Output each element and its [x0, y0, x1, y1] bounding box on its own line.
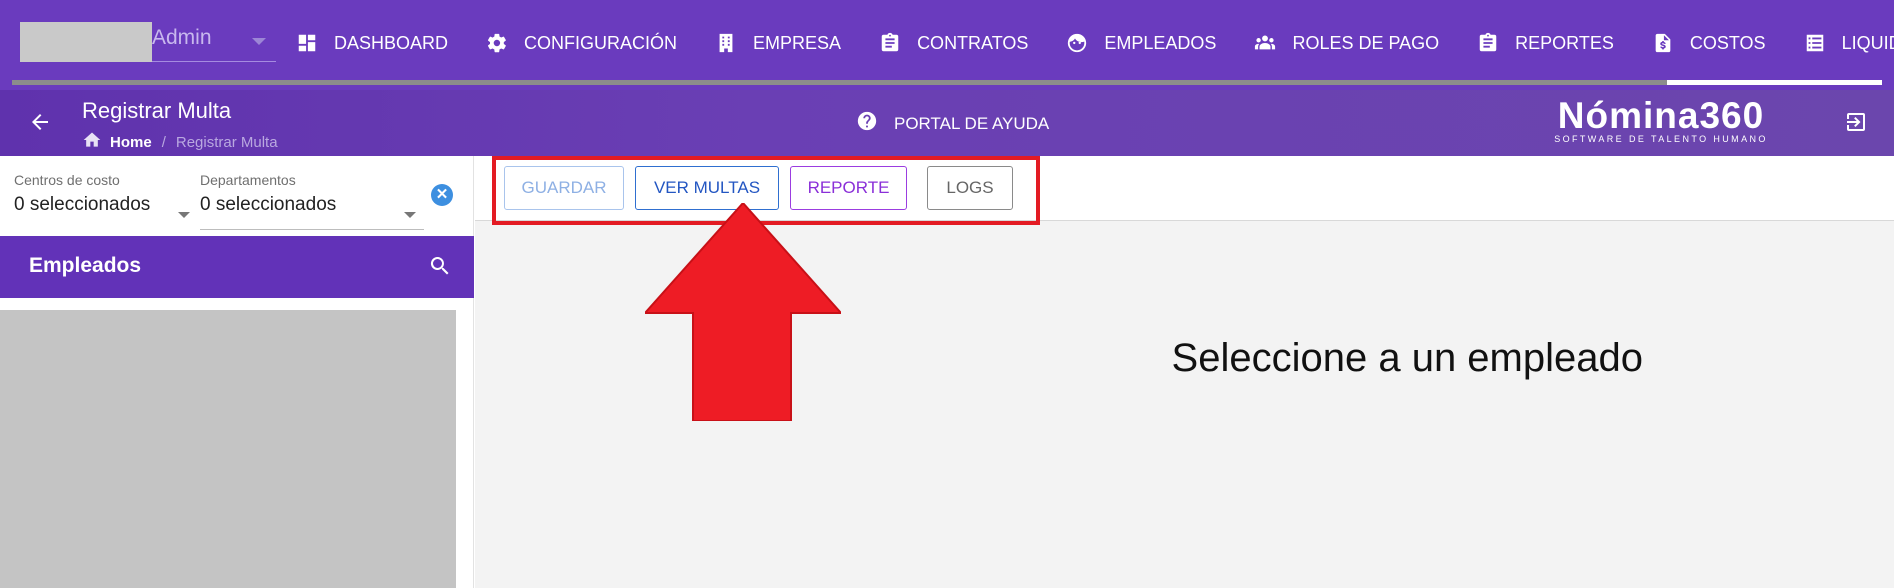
- empty-state-text: Seleccione a un empleado: [1171, 336, 1643, 380]
- cost-center-label: Centros de costo: [14, 172, 120, 188]
- chevron-down-icon: [404, 212, 416, 218]
- main-menu: DASHBOARD CONFIGURACIÓN EMPRESA CONTRATO…: [296, 24, 1894, 62]
- nav-item-costos[interactable]: COSTOS: [1652, 24, 1766, 62]
- cost-center-select[interactable]: Centros de costo 0 seleccionados: [14, 172, 194, 230]
- home-icon: [82, 130, 102, 154]
- list-icon: [1804, 32, 1826, 54]
- logout-icon[interactable]: [1844, 110, 1868, 134]
- brand-logo: Nómina360 SOFTWARE DE TALENTO HUMANO: [1548, 95, 1774, 145]
- department-select[interactable]: Departamentos 0 seleccionados: [200, 172, 424, 230]
- top-navbar: Admin DASHBOARD CONFIGURACIÓN EMPRESA CO…: [0, 0, 1894, 90]
- nav-item-label: CONFIGURACIÓN: [524, 32, 678, 53]
- back-arrow-icon[interactable]: [28, 110, 52, 134]
- department-value: 0 seleccionados: [200, 194, 337, 215]
- cost-center-value: 0 seleccionados: [14, 194, 151, 215]
- help-portal-link[interactable]: PORTAL DE AYUDA: [856, 110, 1049, 137]
- breadcrumb-current: Registrar Multa: [175, 133, 278, 151]
- nav-scroll-indicator: [12, 80, 1882, 85]
- nav-item-label: LIQUIDACIONES: [1841, 32, 1894, 53]
- user-menu[interactable]: Admin: [20, 20, 276, 62]
- employees-header: Empleados: [0, 236, 474, 298]
- nav-scroll-thumb[interactable]: [1667, 80, 1882, 85]
- breadcrumb-home-link[interactable]: Home: [110, 134, 152, 151]
- clipboard-icon: [879, 32, 901, 54]
- page-header: Registrar Multa Home / Registrar Multa P…: [0, 90, 1894, 156]
- annotation-up-arrow-icon: [645, 203, 841, 421]
- dashboard-icon: [296, 32, 318, 54]
- clipboard-list-icon: [1477, 32, 1499, 54]
- avatar: [20, 22, 152, 62]
- brand-tagline: SOFTWARE DE TALENTO HUMANO: [1554, 134, 1768, 144]
- app-page: Admin DASHBOARD CONFIGURACIÓN EMPRESA CO…: [0, 0, 1894, 588]
- nav-item-label: EMPLEADOS: [1104, 32, 1217, 53]
- nav-item-configuracion[interactable]: CONFIGURACIÓN: [486, 24, 677, 62]
- clear-filters-icon[interactable]: ✕: [431, 184, 453, 206]
- nav-item-contratos[interactable]: CONTRATOS: [879, 24, 1028, 62]
- gear-icon: [486, 32, 508, 54]
- nav-item-dashboard[interactable]: DASHBOARD: [296, 24, 448, 62]
- employees-title: Empleados: [29, 254, 142, 277]
- employees-panel: Centros de costo 0 seleccionados Departa…: [0, 156, 474, 588]
- nav-item-reportes[interactable]: REPORTES: [1477, 24, 1614, 62]
- building-icon: [715, 32, 737, 54]
- nav-item-roles-de-pago[interactable]: ROLES DE PAGO: [1254, 24, 1439, 62]
- breadcrumb: Home / Registrar Multa: [82, 130, 278, 154]
- nav-item-empleados[interactable]: EMPLEADOS: [1066, 24, 1216, 62]
- nav-item-label: COSTOS: [1689, 32, 1766, 53]
- department-label: Departamentos: [200, 172, 296, 188]
- nav-item-label: EMPRESA: [753, 32, 842, 53]
- help-circle-icon: [856, 110, 894, 137]
- chevron-down-icon: [178, 212, 190, 218]
- breadcrumb-separator: /: [161, 133, 166, 151]
- nav-item-label: REPORTES: [1515, 32, 1614, 53]
- nav-item-label: CONTRATOS: [917, 32, 1029, 53]
- nav-item-liquidaciones[interactable]: LIQUIDACIONES: [1804, 24, 1894, 62]
- user-name: Admin: [152, 26, 212, 49]
- brand-name: Nómina360: [1557, 95, 1765, 136]
- nav-item-empresa[interactable]: EMPRESA: [715, 24, 841, 62]
- invoice-dollar-icon: [1652, 32, 1674, 54]
- page-title: Registrar Multa: [82, 98, 232, 123]
- chevron-down-icon[interactable]: [252, 38, 266, 45]
- employee-list-placeholder: [0, 310, 456, 588]
- nav-item-label: DASHBOARD: [334, 32, 449, 53]
- face-icon: [1066, 32, 1088, 54]
- help-portal-label: PORTAL DE AYUDA: [894, 113, 1050, 133]
- nav-item-label: ROLES DE PAGO: [1292, 32, 1440, 53]
- search-icon[interactable]: [428, 254, 452, 278]
- group-icon: [1254, 32, 1276, 54]
